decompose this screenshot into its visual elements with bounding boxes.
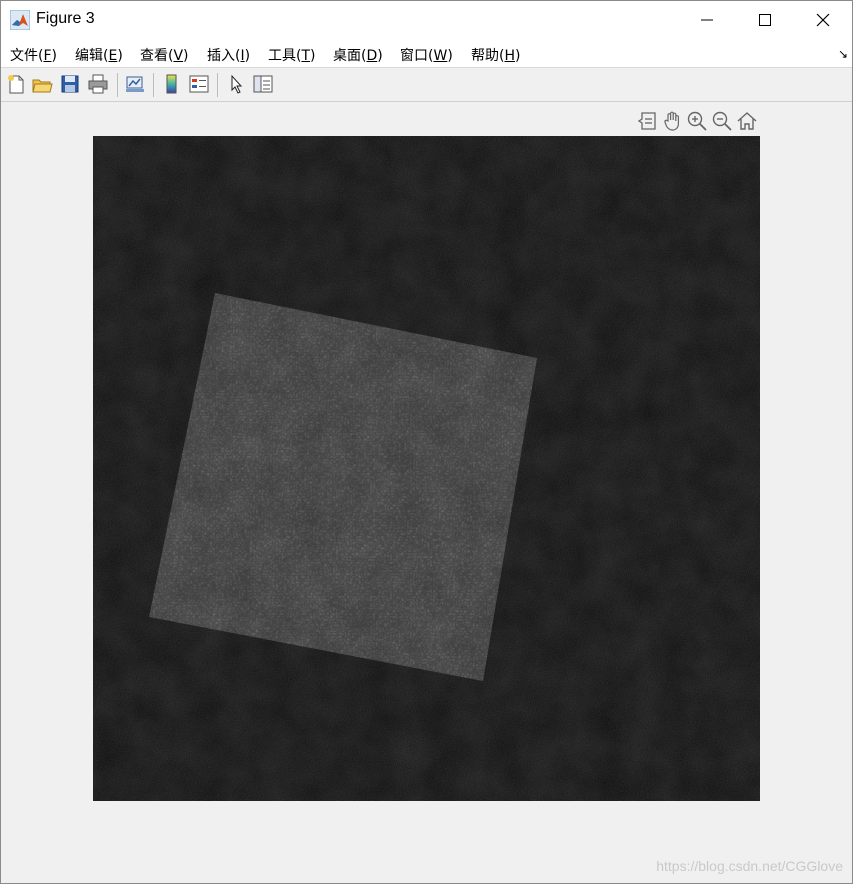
legend-icon bbox=[189, 75, 209, 93]
window-title: Figure 3 bbox=[36, 10, 95, 27]
menu-window[interactable]: 窗口(W) bbox=[400, 45, 453, 65]
edit-plot-icon bbox=[231, 74, 243, 94]
minimize-button[interactable] bbox=[678, 1, 736, 39]
maximize-button[interactable] bbox=[736, 1, 794, 39]
save-icon bbox=[61, 75, 79, 93]
home-icon bbox=[737, 112, 757, 130]
minimize-icon bbox=[701, 19, 713, 21]
link-plot-button[interactable] bbox=[124, 73, 146, 95]
menu-help[interactable]: 帮助(H) bbox=[471, 45, 520, 65]
figure-toolbar bbox=[1, 67, 852, 102]
zoom-in-button[interactable] bbox=[686, 110, 708, 132]
legend-button[interactable] bbox=[188, 73, 210, 95]
print-button[interactable] bbox=[87, 73, 109, 95]
menu-view[interactable]: 查看(V) bbox=[140, 45, 189, 65]
menu-tools[interactable]: 工具(T) bbox=[268, 45, 316, 65]
property-inspector-button[interactable] bbox=[252, 73, 274, 95]
menu-bar: 文件(F) 编辑(E) 查看(V) 插入(I) 工具(T) 桌面(D) 窗口(W… bbox=[1, 39, 852, 67]
satellite-image bbox=[93, 136, 760, 801]
link-plot-icon bbox=[126, 76, 144, 92]
colorbar-button[interactable] bbox=[161, 73, 183, 95]
toolbar-separator bbox=[117, 73, 118, 97]
data-tips-button[interactable] bbox=[636, 110, 658, 132]
pan-button[interactable] bbox=[661, 110, 683, 132]
save-button[interactable] bbox=[59, 73, 81, 95]
restore-view-button[interactable] bbox=[736, 110, 758, 132]
toolbar-separator bbox=[153, 73, 154, 97]
menu-edit[interactable]: 编辑(E) bbox=[75, 45, 123, 65]
close-icon bbox=[816, 13, 830, 27]
pan-icon bbox=[664, 111, 679, 131]
maximize-icon bbox=[759, 14, 771, 26]
new-figure-icon bbox=[8, 75, 24, 94]
new-figure-button[interactable] bbox=[5, 73, 27, 95]
open-file-icon bbox=[32, 79, 53, 93]
close-button[interactable] bbox=[794, 1, 852, 39]
dock-arrow-icon[interactable]: ↘ bbox=[838, 47, 848, 61]
toolbar-separator bbox=[217, 73, 218, 97]
print-icon bbox=[88, 74, 108, 94]
colorbar-icon bbox=[166, 74, 177, 94]
menu-desktop[interactable]: 桌面(D) bbox=[333, 45, 383, 65]
menu-file[interactable]: 文件(F) bbox=[10, 45, 57, 65]
watermark-text: https://blog.csdn.net/CGGlove bbox=[656, 858, 843, 874]
axes-toolbar bbox=[636, 110, 760, 134]
matlab-logo-icon bbox=[10, 10, 30, 30]
zoom-out-button[interactable] bbox=[711, 110, 733, 132]
property-inspector-icon bbox=[253, 75, 273, 93]
menu-insert[interactable]: 插入(I) bbox=[207, 45, 250, 65]
image-axes[interactable] bbox=[93, 136, 760, 801]
figure-window: Figure 3 文件(F) 编辑(E) 查看(V) 插入(I) 工具(T) 桌… bbox=[0, 0, 853, 884]
data-tips-icon bbox=[637, 112, 656, 130]
edit-plot-button[interactable] bbox=[225, 73, 247, 95]
zoom-out-icon bbox=[712, 111, 732, 131]
zoom-in-icon bbox=[687, 111, 707, 131]
open-file-button[interactable] bbox=[31, 73, 53, 95]
title-bar[interactable]: Figure 3 bbox=[1, 1, 852, 39]
